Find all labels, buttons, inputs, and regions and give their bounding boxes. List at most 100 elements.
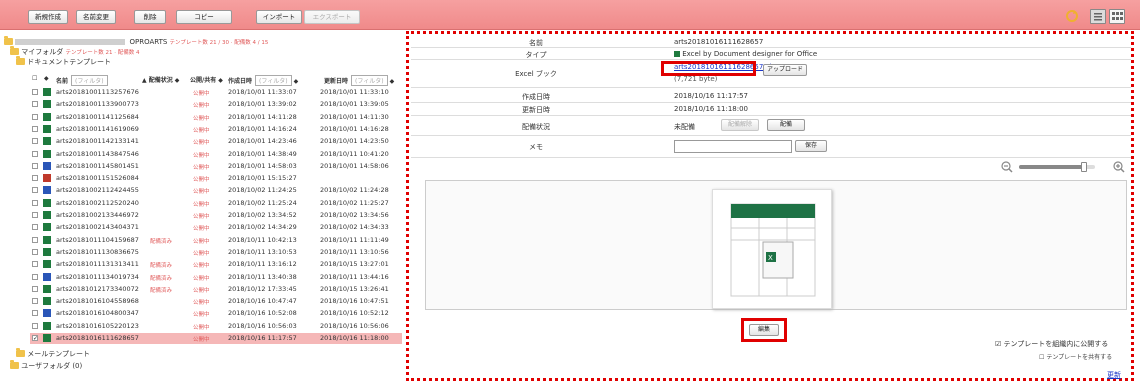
file-type-icon [43, 309, 51, 318]
header-status[interactable]: ▲ 配備状況 ◆ [142, 75, 179, 84]
header-created[interactable]: 作成日時 (フィルタ) ◆ [228, 75, 298, 86]
row-checkbox[interactable] [32, 138, 38, 145]
toolbar: 新規作成 名前変更 削除 コピー インポート エクスポート [0, 0, 1140, 30]
deploy-button[interactable]: 配備 [767, 119, 805, 131]
zoom-in-icon[interactable] [1113, 161, 1125, 173]
upload-button[interactable]: アップロード [763, 64, 807, 76]
row-checkbox[interactable]: ✓ [32, 335, 38, 342]
table-row[interactable]: arts20181012173340072 配備済み 公開中 2018/10/12 1… [30, 284, 402, 295]
mail-templates-folder[interactable]: メールテンプレート [16, 348, 90, 359]
zoom-out-icon[interactable] [1001, 161, 1013, 173]
zoom-slider-track[interactable] [1019, 162, 1095, 172]
row-name: arts20181001143847546 [56, 149, 139, 158]
table-row[interactable]: arts20181001142133141 公開中 2018/10/01 14:23… [30, 136, 402, 147]
row-checkbox[interactable] [32, 285, 38, 292]
row-name: arts20181016105220123 [56, 321, 139, 330]
header-name[interactable]: 名前 (フィルタ) [56, 75, 108, 86]
row-updated: 2018/10/16 10:52:12 [320, 309, 389, 318]
publish-checkbox[interactable]: ☑ [995, 340, 1001, 348]
file-type-icon [43, 272, 51, 281]
row-checkbox[interactable] [32, 273, 38, 280]
row-public: 公開中 [193, 164, 210, 171]
row-updated: 2018/10/11 11:11:49 [320, 235, 389, 244]
row-checkbox[interactable] [32, 150, 38, 157]
table-row[interactable]: arts20181001141619069 公開中 2018/10/01 14:16… [30, 124, 402, 135]
row-checkbox[interactable] [32, 298, 38, 305]
share-checkbox[interactable]: ☐ [1039, 354, 1044, 361]
table-row[interactable]: arts20181011130836675 公開中 2018/10/11 13:10… [30, 247, 402, 258]
delete-button[interactable]: 削除 [134, 10, 166, 24]
root-folder[interactable]: OPROARTS テンプレート数 21 / 30 · 配備数 4 / 15 [4, 36, 268, 46]
export-button[interactable]: エクスポート [304, 10, 360, 24]
file-type-icon [43, 321, 51, 330]
excel-file-icon: X [730, 203, 816, 297]
detail-updated-row: 更新日時 2018/10/16 11:18:00 [411, 103, 1131, 116]
row-checkbox[interactable] [32, 322, 38, 329]
undeploy-button[interactable]: 配備解除 [721, 119, 759, 131]
table-row[interactable]: ✓ arts20181016111628657 公開中 2018/10/16 11:1… [30, 333, 402, 344]
publish-option[interactable]: ☑ テンプレートを組織内に公開する [995, 339, 1108, 349]
table-row[interactable]: arts20181011104159687 配備済み 公開中 2018/10/11 1… [30, 235, 402, 246]
table-row[interactable]: arts20181016105220123 公開中 2018/10/16 10:56… [30, 321, 402, 332]
row-checkbox[interactable] [32, 224, 38, 231]
my-folder[interactable]: マイフォルダ テンプレート数 21 · 配備数 4 [10, 46, 140, 57]
memo-input[interactable] [674, 140, 792, 153]
user-folder[interactable]: ユーザフォルダ (0) [10, 360, 82, 371]
row-public: 公開中 [193, 287, 210, 294]
document-templates-folder[interactable]: ドキュメントテンプレート [16, 56, 111, 67]
table-row[interactable]: arts20181016104558968 公開中 2018/10/16 10:47… [30, 296, 402, 307]
row-created: 2018/10/01 14:16:24 [228, 124, 297, 133]
table-row[interactable]: arts20181001145801451 公開中 2018/10/01 14:58… [30, 161, 402, 172]
list-view-icon[interactable] [1090, 9, 1106, 24]
row-public: 公開中 [193, 250, 210, 257]
file-type-icon [43, 137, 51, 146]
row-public: 公開中 [193, 312, 210, 319]
header-public[interactable]: 公開/共有 ◆ [190, 75, 223, 84]
row-created: 2018/10/11 10:42:13 [228, 235, 297, 244]
table-row[interactable]: arts20181001113257676 公開中 2018/10/01 11:33… [30, 87, 402, 98]
table-row[interactable]: arts20181002143404371 公開中 2018/10/02 14:34… [30, 222, 402, 233]
table-row[interactable]: arts20181002112424455 公開中 2018/10/02 11:24… [30, 185, 402, 196]
row-checkbox[interactable] [32, 125, 38, 132]
row-checkbox[interactable] [32, 199, 38, 206]
row-checkbox[interactable] [32, 261, 38, 268]
row-checkbox[interactable] [32, 236, 38, 243]
row-updated: 2018/10/01 14:11:30 [320, 112, 389, 121]
table-row[interactable]: arts20181002133446972 公開中 2018/10/02 13:34… [30, 210, 402, 221]
file-type-icon [43, 88, 51, 96]
row-checkbox[interactable] [32, 101, 38, 108]
refresh-link[interactable]: 更新 [1107, 370, 1121, 380]
share-option[interactable]: ☐ テンプレートを共有する [1039, 352, 1112, 361]
row-checkbox[interactable] [32, 310, 38, 317]
table-row[interactable]: arts20181001141125684 公開中 2018/10/01 14:11… [30, 112, 402, 123]
row-checkbox[interactable] [32, 175, 38, 182]
rename-button[interactable]: 名前変更 [76, 10, 116, 24]
row-checkbox[interactable] [32, 187, 38, 194]
header-updated[interactable]: 更新日時 (フィルタ) ◆ [324, 75, 394, 86]
grid-view-icon[interactable] [1109, 9, 1125, 24]
save-button[interactable]: 保存 [795, 140, 827, 152]
copy-button[interactable]: コピー [176, 10, 232, 24]
table-row[interactable]: arts20181016104800347 公開中 2018/10/16 10:52… [30, 308, 402, 319]
row-checkbox[interactable] [32, 212, 38, 218]
table-row[interactable]: arts20181002112520240 公開中 2018/10/02 11:25… [30, 198, 402, 209]
row-checkbox[interactable] [32, 162, 38, 169]
table-row[interactable]: arts20181011131313411 配備済み 公開中 2018/10/11 1… [30, 259, 402, 270]
row-checkbox[interactable] [32, 113, 38, 120]
table-row[interactable]: arts20181001151526084 公開中 2018/10/01 15:15… [30, 173, 402, 184]
new-button[interactable]: 新規作成 [28, 10, 68, 24]
table-row[interactable]: arts20181001143847546 公開中 2018/10/01 14:38… [30, 149, 402, 160]
row-name: arts20181002133446972 [56, 211, 139, 219]
row-name: arts20181012173340072 [56, 284, 139, 293]
table-row[interactable]: arts20181011134019734 配備済み 公開中 2018/10/11 1… [30, 272, 402, 283]
select-all-checkbox[interactable]: ☐ [32, 75, 37, 82]
file-type-icon [43, 284, 51, 293]
table-row[interactable]: arts20181001133900773 公開中 2018/10/01 13:39… [30, 99, 402, 110]
import-button[interactable]: インポート [256, 10, 302, 24]
refresh-icon[interactable] [1065, 9, 1079, 23]
row-created: 2018/10/01 14:11:28 [228, 112, 297, 121]
row-checkbox[interactable] [32, 248, 38, 255]
row-checkbox[interactable] [32, 89, 38, 95]
sort-icon[interactable]: ◆ [44, 75, 49, 82]
zoom-slider-handle[interactable] [1080, 162, 1087, 172]
